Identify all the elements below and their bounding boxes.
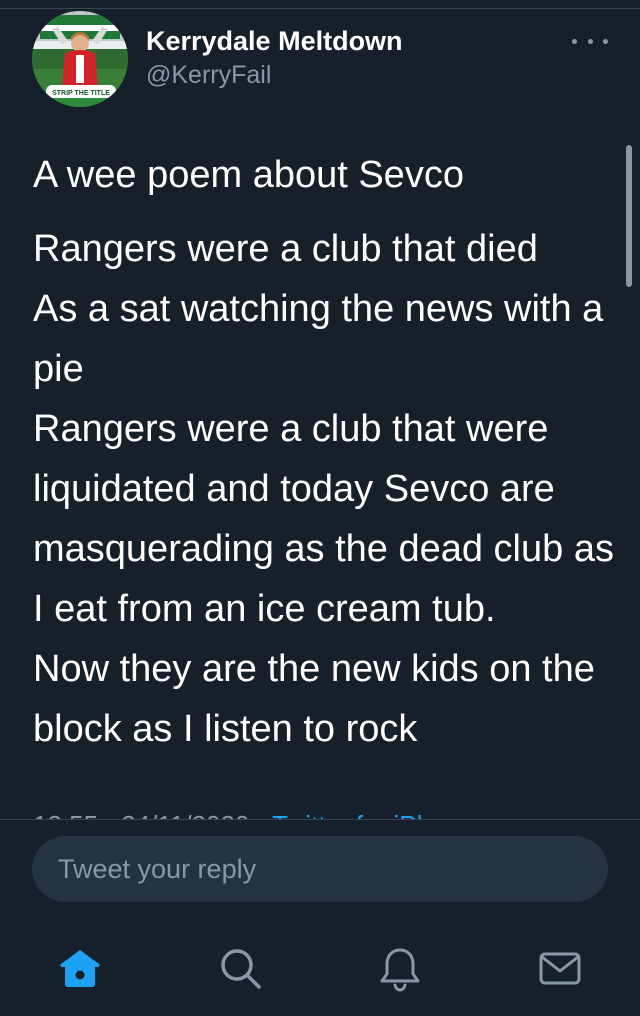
notifications-icon	[380, 948, 420, 992]
reply-placeholder: Tweet your reply	[58, 854, 257, 884]
more-dot-icon	[587, 38, 593, 44]
top-divider	[0, 8, 640, 9]
reply-input[interactable]: Tweet your reply	[32, 836, 608, 902]
avatar-image: STRIP THE TITLE	[32, 11, 128, 107]
messages-tab[interactable]	[534, 942, 586, 994]
tweet-source-link[interactable]: Twitter for iPhone	[272, 810, 474, 819]
poem-line: As a sat watching the news with a pie	[33, 288, 604, 390]
notifications-tab[interactable]	[374, 942, 426, 994]
tweet-date: 24/11/2020	[121, 810, 249, 819]
tweet-title: A wee poem about Sevco	[33, 154, 464, 196]
search-tab[interactable]	[214, 942, 266, 994]
more-dot-icon	[603, 38, 608, 44]
meta-separator: ·	[105, 810, 114, 819]
home-tab[interactable]	[54, 942, 106, 994]
poem-line: Rangers were a club that died	[33, 228, 538, 270]
search-icon	[221, 949, 261, 989]
display-name[interactable]: Kerrydale Meltdown	[146, 26, 403, 57]
tweet-detail-screen: STRIP THE TITLE Kerrydale Meltdown @Kerr…	[0, 0, 640, 1016]
tweet-time: 12:55	[33, 810, 98, 819]
tweet-meta: 12:55 · 24/11/2020 · Twitter for iPhone	[33, 806, 623, 819]
meta-divider	[0, 819, 640, 820]
home-icon	[60, 950, 100, 987]
messages-icon	[539, 952, 581, 985]
more-options-button[interactable]	[572, 30, 608, 52]
poem-line: Rangers were a club that were liquidated…	[33, 408, 614, 630]
user-handle[interactable]: @KerryFail	[146, 61, 271, 90]
avatar-banner-text: STRIP THE TITLE	[52, 90, 110, 97]
poem-line: Now they are the new kids on the block a…	[33, 648, 595, 750]
meta-separator: ·	[257, 810, 266, 819]
avatar[interactable]: STRIP THE TITLE	[32, 11, 128, 107]
scrollbar[interactable]	[626, 145, 632, 287]
more-dot-icon	[572, 38, 577, 44]
tweet-text: A wee poem about Sevco Rangers were a cl…	[33, 145, 618, 759]
